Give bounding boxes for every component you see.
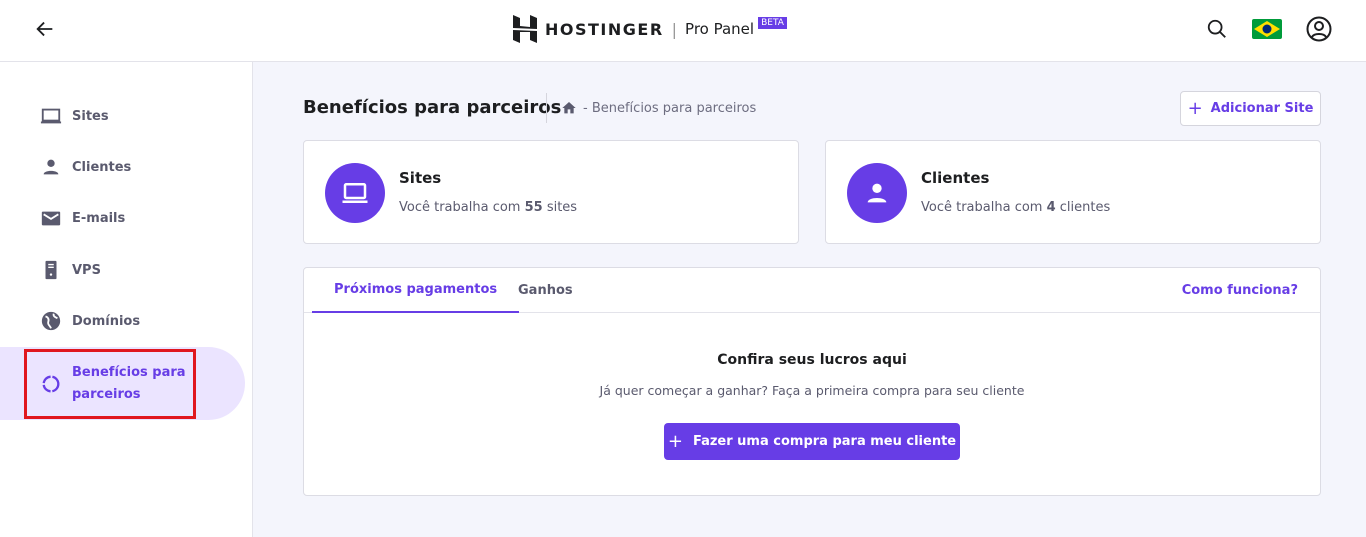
account-icon[interactable]	[1306, 16, 1332, 42]
tab-ganhos[interactable]: Ganhos	[518, 268, 573, 313]
clients-card: Clientes Você trabalha com 4 clientes	[825, 140, 1321, 244]
card-title: Clientes	[921, 169, 990, 187]
purchase-button[interactable]: + Fazer uma compra para meu cliente	[664, 423, 960, 460]
card-subtitle: Você trabalha com 4 clientes	[921, 200, 1111, 215]
add-site-label: Adicionar Site	[1210, 101, 1314, 116]
top-bar: HOSTINGER | Pro Panel BETA	[0, 0, 1366, 62]
sidebar-item-label: Clientes	[72, 159, 132, 175]
how-it-works-link[interactable]: Como funciona?	[1182, 283, 1298, 298]
laptop-icon	[342, 183, 368, 203]
sidebar-item-vps[interactable]: VPS	[0, 250, 245, 290]
empty-title: Confira seus lucros aqui	[717, 352, 907, 368]
home-icon[interactable]	[561, 100, 577, 116]
server-icon	[45, 260, 57, 280]
mail-icon	[41, 211, 61, 226]
laptop-icon	[40, 108, 62, 124]
sites-card: Sites Você trabalha com 55 sites	[303, 140, 799, 244]
page-title: Benefícios para parceiros	[303, 97, 562, 118]
sidebar: Sites Clientes E-mails VPS Domínios Bene…	[0, 62, 253, 537]
search-icon[interactable]	[1206, 18, 1228, 40]
beta-badge: BETA	[758, 17, 787, 29]
sidebar-item-label: E-mails	[72, 210, 126, 226]
brand-name: HOSTINGER	[545, 19, 664, 39]
sidebar-item-label: Domínios	[72, 313, 141, 329]
tab-proximos-pagamentos[interactable]: Próximos pagamentos	[312, 268, 520, 313]
logo-separator: |	[671, 19, 678, 39]
back-arrow-icon[interactable]	[34, 18, 56, 40]
empty-subtitle: Já quer começar a ganhar? Faça a primeir…	[599, 383, 1025, 398]
sidebar-item-emails[interactable]: E-mails	[0, 198, 245, 238]
purchase-label: Fazer uma compra para meu cliente	[692, 434, 957, 449]
earnings-panel: Próximos pagamentos Ganhos Como funciona…	[303, 267, 1321, 496]
card-title: Sites	[399, 169, 442, 187]
highlight-box	[24, 349, 196, 419]
sidebar-item-clientes[interactable]: Clientes	[0, 147, 245, 187]
plus-icon: +	[1187, 98, 1203, 119]
add-site-button[interactable]: + Adicionar Site	[1180, 91, 1321, 126]
person-icon	[867, 183, 887, 203]
plus-icon: +	[667, 431, 683, 452]
sidebar-item-sites[interactable]: Sites	[0, 96, 245, 136]
breadcrumb-current: - Benefícios para parceiros	[583, 100, 757, 116]
hostinger-logo-icon	[513, 15, 537, 43]
hostinger-logo[interactable]: HOSTINGER | Pro Panel BETA	[513, 15, 787, 43]
sidebar-item-label: Sites	[72, 108, 109, 124]
sidebar-item-dominios[interactable]: Domínios	[0, 301, 245, 341]
globe-icon	[41, 311, 61, 331]
breadcrumb: - Benefícios para parceiros	[546, 93, 756, 123]
sidebar-item-label: VPS	[72, 262, 101, 278]
product-name: Pro Panel	[685, 20, 755, 38]
brazil-flag-icon[interactable]	[1252, 19, 1282, 39]
person-icon	[43, 159, 59, 175]
card-subtitle: Você trabalha com 55 sites	[399, 200, 578, 215]
